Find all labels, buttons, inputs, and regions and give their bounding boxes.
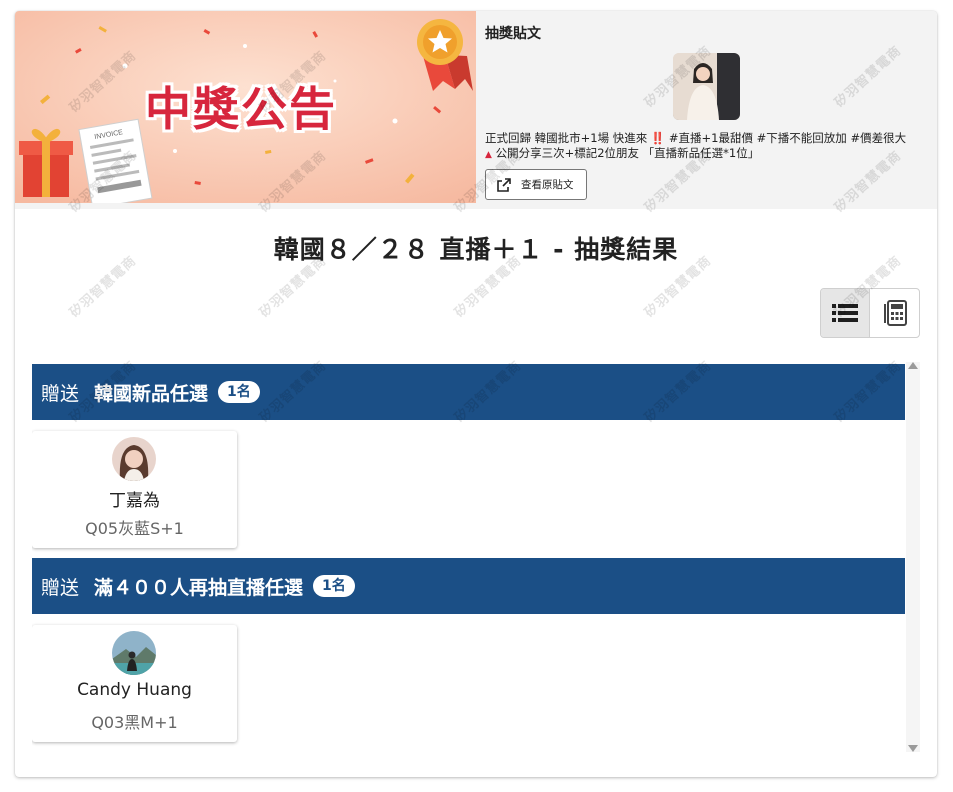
calculator-grid-icon xyxy=(883,300,907,326)
winner-item: Q05灰藍S+1 xyxy=(85,519,184,538)
winner-item: Q03黑M+1 xyxy=(91,713,178,732)
prize-give-label: 贈送 xyxy=(41,382,80,405)
banner-title: 中獎公告 xyxy=(145,82,337,136)
prize-header: 贈送 韓國新品任選 1名 xyxy=(32,364,905,420)
scroll-up-arrow-icon[interactable] xyxy=(908,362,918,369)
prize-header: 贈送 滿４００人再抽直播任選 1名 xyxy=(32,558,905,614)
view-original-post-label: 查看原貼文 xyxy=(521,179,574,191)
view-toggle xyxy=(820,288,920,338)
prize-name: 滿４００人再抽直播任選 xyxy=(94,576,304,599)
lottery-post-panel: 抽獎貼文 正式回歸 韓國批市+1場 快進來 ‼️ #直播+1最甜價 #下播不能回… xyxy=(485,11,935,209)
post-header: INVOICE 中獎公告 抽獎貼文 正式回歸 韓國批市+1場 快進來 ‼️ #直… xyxy=(15,11,937,209)
winner-name: Candy Huang xyxy=(77,680,192,700)
prize-name: 韓國新品任選 xyxy=(94,382,209,405)
post-text-hashtags: #直播+1最甜價 #下播不能回放加 #價差很大 xyxy=(668,131,907,145)
prize-give-label: 贈送 xyxy=(41,576,80,599)
scroll-down-arrow-icon[interactable] xyxy=(908,745,918,752)
view-original-post-button[interactable]: 查看原貼文 xyxy=(485,169,587,200)
winner-name: 丁嘉為 xyxy=(109,491,160,511)
prize-list[interactable]: 贈送 韓國新品任選 1名 丁嘉為 Q05灰藍S+1 贈送 滿４００人再抽直播任選… xyxy=(32,364,905,776)
winner-card[interactable]: Candy Huang Q03黑M+1 xyxy=(32,625,237,742)
post-label: 抽獎貼文 xyxy=(485,26,541,42)
announcement-banner: INVOICE 中獎公告 xyxy=(15,11,476,203)
post-text-line2: 公開分享三次+標記2位朋友 「直播新品任選*1位」 xyxy=(495,146,760,160)
winner-count-badge: 1名 xyxy=(313,575,355,597)
list-view-button[interactable] xyxy=(821,289,871,337)
post-thumbnail xyxy=(673,53,740,120)
external-link-icon xyxy=(497,177,511,192)
post-text-triangle: ▲ xyxy=(485,150,492,160)
post-text-emoji: ‼️ xyxy=(650,131,666,145)
grid-view-button[interactable] xyxy=(870,289,919,337)
winner-count-badge: 1名 xyxy=(218,381,260,403)
winner-card[interactable]: 丁嘉為 Q05灰藍S+1 xyxy=(32,431,237,548)
page-title: 韓國８／２８ 直播＋１ - 抽獎結果 xyxy=(273,235,679,264)
list-icon xyxy=(832,304,858,322)
avatar xyxy=(112,631,156,675)
list-scrollbar[interactable] xyxy=(906,362,920,752)
post-text-line1: 正式回歸 韓國批市+1場 快進來 xyxy=(485,131,648,145)
lottery-result-card: INVOICE 中獎公告 抽獎貼文 正式回歸 韓國批市+1場 快進來 ‼️ #直… xyxy=(15,11,937,777)
post-description: 正式回歸 韓國批市+1場 快進來 ‼️ #直播+1最甜價 #下播不能回放加 #價… xyxy=(485,131,935,163)
avatar xyxy=(112,437,156,481)
